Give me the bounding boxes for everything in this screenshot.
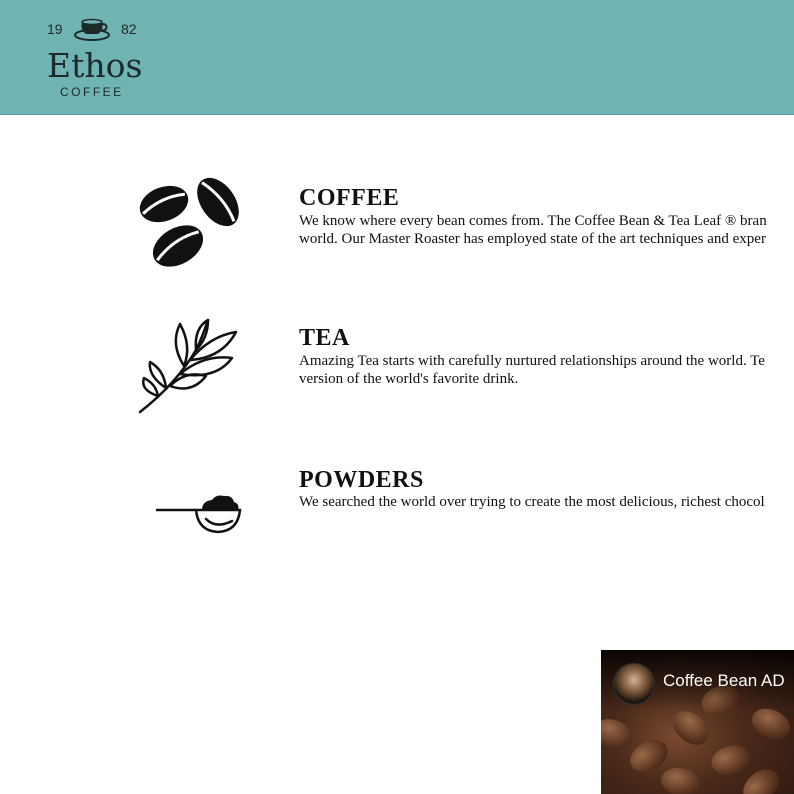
brand-name: Ethos — [47, 46, 143, 85]
section-title: COFFEE — [299, 185, 400, 211]
ethos-logo[interactable]: 19 82 Ethos COFFEE — [47, 12, 143, 102]
section-description-line: world. Our Master Roaster has employed s… — [299, 231, 766, 247]
logo-year-right: 82 — [121, 21, 137, 37]
section-description-line: version of the world's favorite drink. — [299, 371, 519, 387]
section-description-line: We know where every bean comes from. The… — [299, 213, 767, 229]
bean-decoration — [601, 714, 637, 754]
section-title: TEA — [299, 325, 350, 351]
coffee-cup-icon — [74, 18, 110, 41]
site-header: 19 82 Ethos COFFEE — [0, 0, 794, 115]
section-title: POWDERS — [299, 467, 424, 493]
section-description-line: We searched the world over trying to cre… — [299, 494, 765, 510]
section-description-line: Amazing Tea starts with carefully nurtur… — [299, 353, 765, 369]
video-embed[interactable]: Coffee Bean AD — [601, 650, 794, 794]
logo-year-left: 19 — [47, 21, 63, 37]
brand-subtitle: COFFEE — [60, 85, 124, 99]
video-title[interactable]: Coffee Bean AD — [663, 671, 785, 691]
bean-decoration — [708, 741, 754, 779]
channel-avatar[interactable] — [613, 663, 655, 705]
coffee-beans-icon — [139, 177, 239, 267]
tea-leaf-icon — [138, 318, 238, 414]
powder-scoop-icon — [155, 495, 242, 534]
bean-decoration — [658, 764, 704, 794]
